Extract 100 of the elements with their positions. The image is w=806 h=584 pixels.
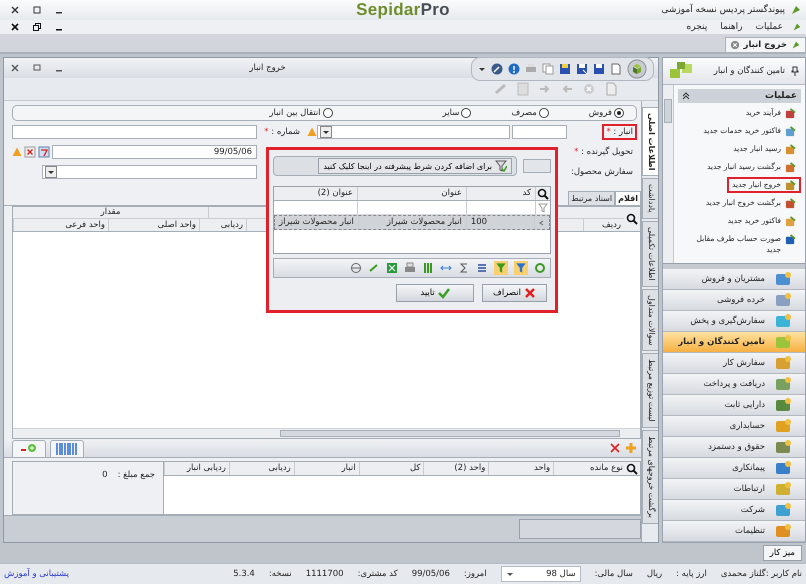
close-icon[interactable] bbox=[10, 22, 20, 32]
leaf-icon bbox=[790, 4, 802, 16]
sidebar-title: تامین کنندگان و انبار bbox=[712, 66, 785, 76]
module-button[interactable]: تامین کنندگان و انبار bbox=[663, 332, 805, 353]
vertical-tab[interactable]: لیست توزیع مرتبط bbox=[642, 353, 658, 428]
horizontal-scrollbar[interactable] bbox=[13, 428, 640, 438]
items-tab[interactable]: اسناد مرتبط bbox=[568, 191, 616, 205]
warehouse-code-field[interactable] bbox=[512, 125, 567, 139]
dropdown-arrow-icon[interactable] bbox=[478, 65, 486, 73]
maximize-icon[interactable] bbox=[32, 63, 42, 73]
module-button[interactable]: تنظیمات bbox=[663, 521, 805, 542]
vertical-tab[interactable]: یادداشت bbox=[642, 178, 658, 220]
column-header[interactable]: نوع مانده bbox=[553, 462, 626, 475]
dropdown-arrow-icon[interactable] bbox=[506, 570, 514, 578]
module-button[interactable]: حسابداری bbox=[663, 416, 805, 437]
save-icon[interactable] bbox=[593, 63, 605, 75]
module-button[interactable]: پیمانکاری bbox=[663, 458, 805, 479]
restore-icon[interactable] bbox=[32, 22, 42, 32]
number-field[interactable] bbox=[12, 125, 257, 139]
calendar-icon[interactable] bbox=[38, 146, 50, 158]
filter-icon[interactable] bbox=[514, 261, 528, 275]
column-header[interactable]: کد bbox=[467, 187, 536, 200]
globe-icon[interactable] bbox=[350, 262, 362, 274]
collapse-chevron-icon[interactable] bbox=[682, 92, 690, 100]
spreadsheet-icon[interactable] bbox=[386, 262, 398, 274]
vertical-tab[interactable]: اطلاعات اصلی bbox=[642, 107, 658, 176]
printer-icon[interactable] bbox=[404, 262, 416, 274]
help-icon[interactable] bbox=[508, 63, 520, 75]
column-header[interactable]: ردیابی bbox=[228, 462, 294, 475]
columns-icon[interactable] bbox=[422, 262, 434, 274]
column-header[interactable]: عنوان (2) bbox=[274, 187, 358, 200]
column-header[interactable]: واحد bbox=[488, 462, 554, 475]
vertical-tab[interactable]: سوالات متداول bbox=[642, 288, 658, 352]
module-button[interactable]: دارایی ثابت bbox=[663, 395, 805, 416]
sum-icon[interactable] bbox=[458, 262, 470, 274]
customer-code-value: 1111700 bbox=[306, 569, 344, 579]
module-button[interactable]: حقوق و دستمزد bbox=[663, 437, 805, 458]
column-header[interactable]: کل bbox=[358, 462, 424, 475]
maximize-icon[interactable] bbox=[32, 5, 42, 15]
column-header[interactable]: ردیابی bbox=[199, 219, 246, 231]
filter-icon[interactable] bbox=[494, 261, 508, 275]
menu-item[interactable]: پنجره bbox=[682, 22, 712, 32]
list-icon[interactable] bbox=[476, 262, 488, 274]
warehouse-field[interactable] bbox=[317, 125, 510, 139]
close-icon[interactable] bbox=[10, 5, 20, 15]
menu-item[interactable]: عملیات bbox=[752, 22, 787, 32]
delete-icon[interactable] bbox=[609, 442, 621, 454]
module-button[interactable]: دریافت و پرداخت bbox=[663, 374, 805, 395]
column-header[interactable]: انبار bbox=[294, 462, 359, 475]
save-icon[interactable] bbox=[559, 63, 571, 75]
document-tab[interactable]: خروج انبار bbox=[724, 37, 806, 52]
module-button[interactable]: مشتریان و فروش bbox=[663, 269, 805, 290]
vertical-tab[interactable]: اطلاعات تکمیلی bbox=[642, 221, 658, 287]
search-icon[interactable] bbox=[537, 188, 549, 200]
column-header[interactable]: واحد اصلی bbox=[108, 219, 199, 231]
search-icon[interactable] bbox=[626, 213, 638, 225]
save-icon[interactable] bbox=[576, 63, 588, 75]
total-value: 0 bbox=[102, 470, 108, 480]
items-tab[interactable]: اقلام bbox=[615, 191, 641, 205]
warning-icon bbox=[307, 127, 317, 137]
column-header[interactable]: عنوان bbox=[358, 187, 467, 200]
close-icon[interactable] bbox=[10, 63, 20, 73]
barcode-icon bbox=[55, 442, 79, 456]
product-order-field[interactable] bbox=[42, 165, 257, 179]
date-field[interactable]: 99/05/06 bbox=[52, 145, 257, 159]
module-button[interactable]: خرده فروشی bbox=[663, 290, 805, 311]
search-icon[interactable] bbox=[626, 462, 638, 474]
column-header[interactable]: واحد فرعی bbox=[13, 219, 108, 231]
advanced-filter-button[interactable]: برای اضافه کردن شرط پیشرفته در اینجا کلیک کنید bbox=[318, 158, 512, 174]
module-button[interactable]: سفارش کار bbox=[663, 353, 805, 374]
module-icon bbox=[775, 481, 793, 497]
radio-option[interactable]: انتقال بین انبار bbox=[269, 108, 333, 118]
barcode-tab[interactable] bbox=[50, 440, 84, 456]
support-link[interactable]: پشتیبانی و آموزش bbox=[4, 569, 69, 579]
fiscal-year-select[interactable]: سال 98 bbox=[500, 566, 581, 582]
new-document-icon[interactable] bbox=[610, 63, 622, 75]
dropdown-arrow-icon[interactable] bbox=[322, 128, 330, 136]
module-button[interactable]: شرکت bbox=[663, 500, 805, 521]
wrench-icon[interactable] bbox=[491, 63, 503, 75]
column-header[interactable]: ردیابی انبار bbox=[164, 462, 229, 475]
clear-icon[interactable] bbox=[24, 146, 36, 158]
dropdown-arrow-icon[interactable] bbox=[47, 168, 55, 176]
radio-option[interactable]: فروش bbox=[588, 108, 624, 118]
module-button[interactable]: ارتباطات bbox=[663, 479, 805, 500]
column-header[interactable]: واحد (2) bbox=[423, 462, 488, 475]
cancel-button[interactable]: انصراف bbox=[482, 284, 547, 302]
confirm-button[interactable]: تایید bbox=[396, 284, 474, 302]
copy-icon[interactable] bbox=[542, 63, 554, 75]
operations-header[interactable]: عملیات bbox=[678, 89, 801, 103]
pin-icon[interactable] bbox=[791, 66, 799, 76]
filter-icon[interactable] bbox=[538, 202, 548, 212]
menu-item[interactable]: راهنما bbox=[716, 22, 747, 32]
column-header[interactable]: ردیف bbox=[583, 219, 624, 231]
vertical-tab[interactable]: برگشت خروجهای مرتبط bbox=[642, 430, 658, 524]
radio-option[interactable]: مصرف bbox=[511, 108, 549, 118]
radio-option[interactable]: سایر bbox=[442, 108, 472, 118]
module-button[interactable]: سفارش‌گیری و پخش bbox=[663, 311, 805, 332]
desktop-button[interactable]: میز کار bbox=[762, 545, 802, 561]
app-orb-icon[interactable] bbox=[627, 59, 647, 79]
vertical-scrollbar[interactable] bbox=[663, 85, 674, 263]
